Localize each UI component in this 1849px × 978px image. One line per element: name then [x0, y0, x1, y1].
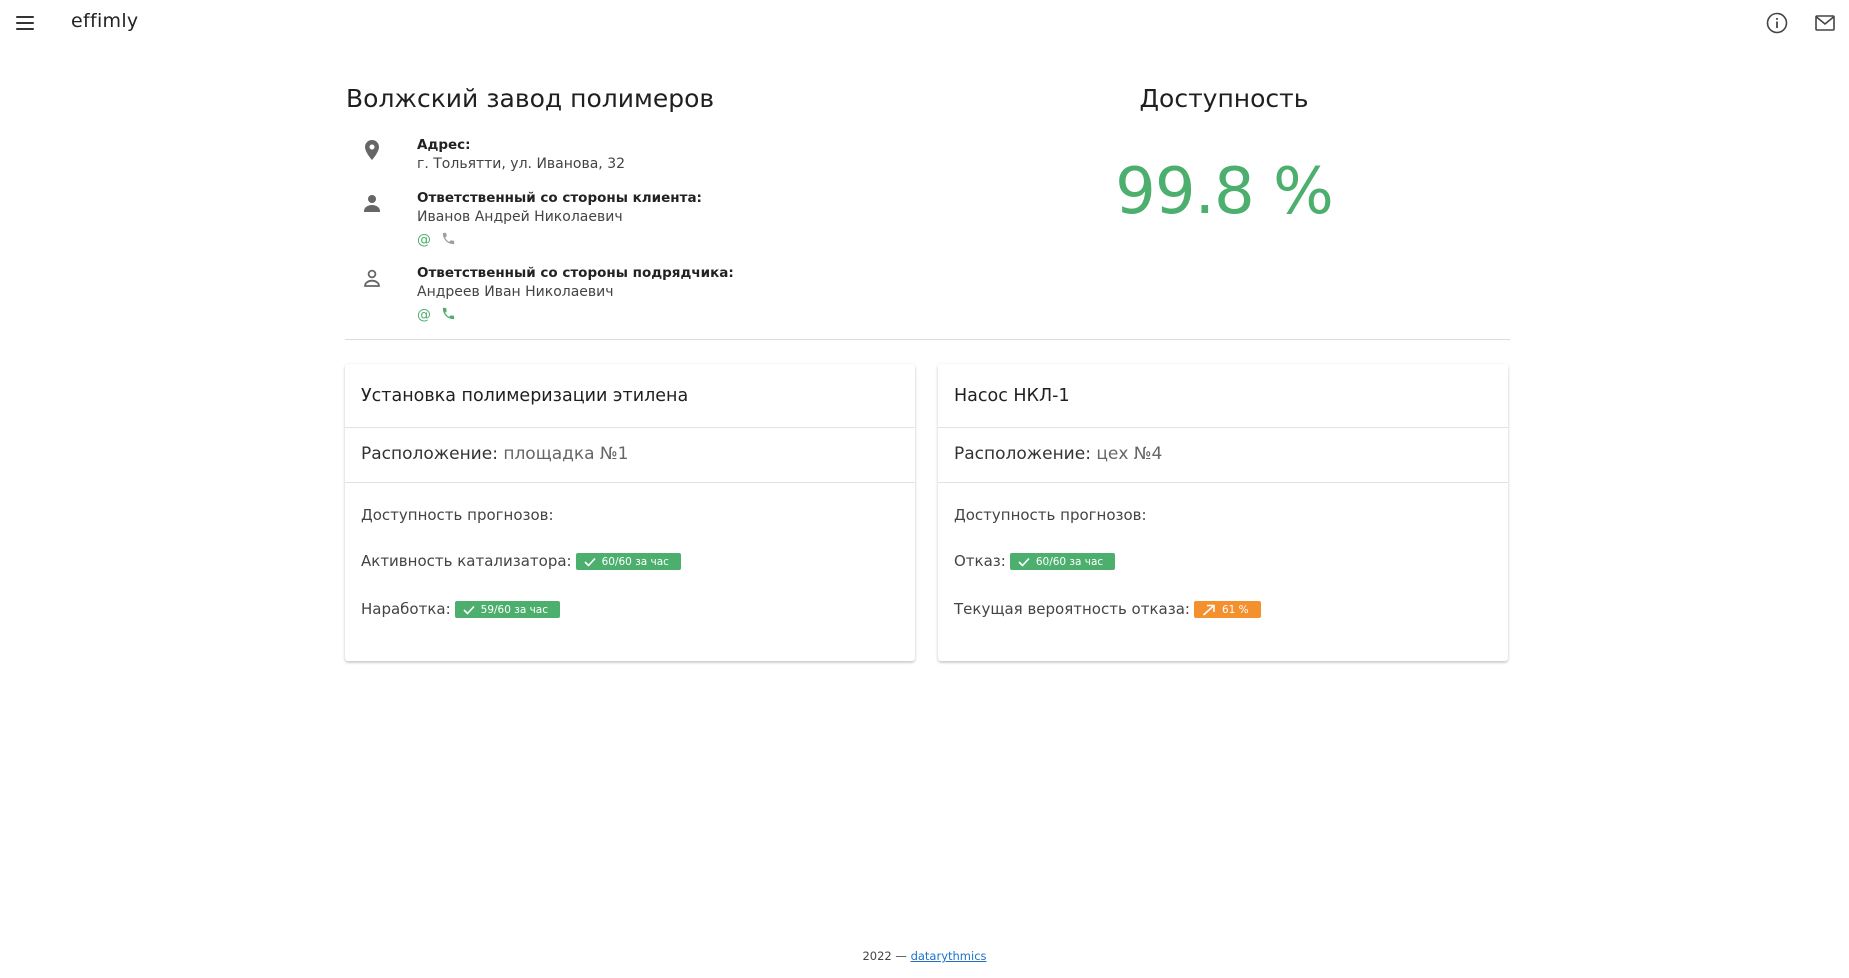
forecast-row: Отказ: 60/60 за час: [954, 552, 1492, 600]
footer: 2022 — datarythmics: [0, 949, 1849, 963]
client-contact-label: Ответственный со стороны клиента:: [417, 190, 702, 206]
svg-text:@: @: [417, 307, 431, 322]
forecast-heading: Доступность прогнозов:: [954, 506, 1147, 524]
equipment-card[interactable]: Установка полимеризации этилена Располож…: [345, 364, 915, 661]
phone-icon: [441, 231, 457, 247]
address-value: г. Тольятти, ул. Иванова, 32: [417, 156, 626, 172]
top-bar: effimly: [0, 0, 1849, 46]
address-label: Адрес:: [417, 137, 471, 153]
badge-text: 59/60 за час: [480, 603, 549, 616]
phone-icon[interactable]: [441, 306, 457, 322]
section-divider: [345, 339, 1510, 340]
forecast-row: Активность катализатора: 60/60 за час: [361, 552, 899, 600]
card-title[interactable]: Установка полимеризации этилена: [345, 364, 915, 428]
brand-logo[interactable]: effimly: [71, 10, 138, 32]
forecast-label: Отказ:: [954, 552, 1006, 570]
check-icon: [584, 557, 596, 567]
status-badge: 61 %: [1193, 601, 1261, 618]
email-icon[interactable]: @: [417, 231, 433, 248]
status-badge: 59/60 за час: [454, 601, 561, 618]
card-title[interactable]: Насос НКЛ-1: [938, 364, 1508, 428]
page-title: Волжский завод полимеров: [346, 84, 715, 113]
forecast-label: Текущая вероятность отказа:: [954, 600, 1190, 618]
status-badge: 60/60 за час: [1009, 553, 1116, 570]
availability-value: 99.8 %: [1115, 155, 1334, 229]
person-icon: [364, 195, 380, 212]
location-pin-icon: [365, 140, 379, 160]
email-icon[interactable]: @: [417, 306, 433, 323]
availability-title: Доступность: [1139, 84, 1309, 113]
svg-text:@: @: [417, 232, 431, 247]
status-badge: 60/60 за час: [575, 553, 681, 570]
check-icon: [1018, 557, 1030, 567]
forecast-label: Наработка:: [361, 600, 451, 618]
equipment-card[interactable]: Насос НКЛ-1 Расположение: цех №4 Доступн…: [938, 364, 1508, 661]
menu-icon[interactable]: [16, 12, 38, 34]
footer-text: 2022 —: [862, 949, 907, 963]
forecast-label: Активность катализатора:: [361, 552, 572, 570]
badge-text: 61 %: [1221, 603, 1249, 616]
forecast-row: Текущая вероятность отказа: 61 %: [954, 600, 1492, 648]
forecast-row: Наработка: 59/60 за час: [361, 600, 899, 648]
location-label: Расположение:: [361, 444, 498, 464]
badge-text: 60/60 за час: [601, 555, 669, 568]
location-value: цех №4: [1096, 444, 1163, 464]
location-label: Расположение:: [954, 444, 1091, 464]
forecast-heading: Доступность прогнозов:: [361, 506, 554, 524]
location-value: площадка №1: [503, 444, 629, 464]
trending-up-icon: [1202, 604, 1215, 616]
card-location: Расположение: площадка №1: [345, 428, 915, 483]
check-icon: [463, 605, 475, 615]
info-icon[interactable]: [1765, 11, 1789, 35]
card-location: Расположение: цех №4: [938, 428, 1508, 483]
person-outline-icon: [364, 269, 380, 287]
client-contact-name: Иванов Андрей Николаевич: [417, 209, 623, 225]
contractor-contact-name: Андреев Иван Николаевич: [417, 284, 614, 300]
mail-icon[interactable]: [1813, 11, 1837, 35]
badge-text: 60/60 за час: [1035, 555, 1104, 568]
footer-link[interactable]: datarythmics: [911, 949, 987, 963]
contractor-contact-label: Ответственный со стороны подрядчика:: [417, 265, 734, 281]
